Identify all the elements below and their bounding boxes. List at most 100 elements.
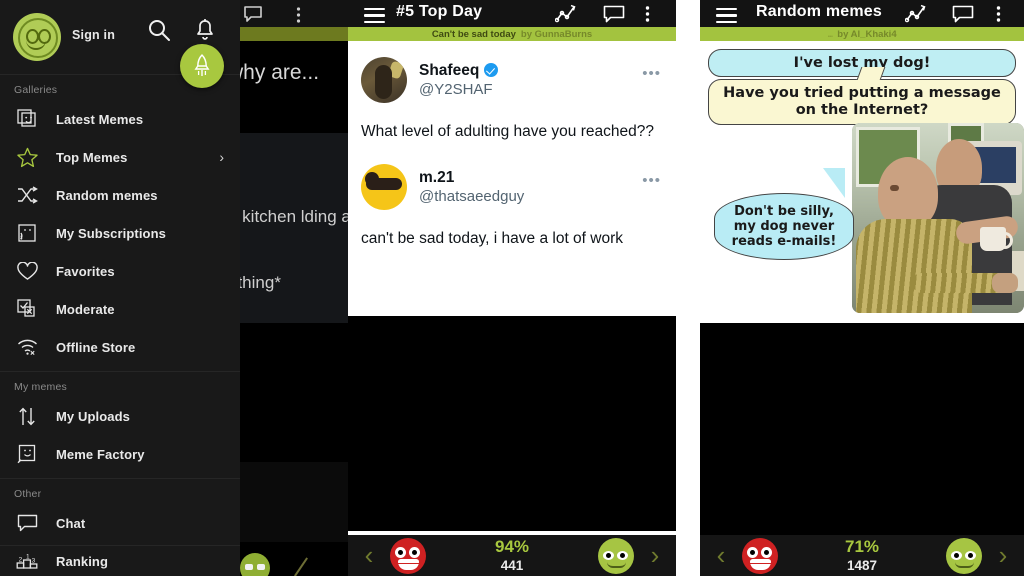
meme-image: I've lost my dog! Have you tried putting… <box>700 41 1024 321</box>
section-label-my-memes: My memes <box>14 381 67 393</box>
chat-bubble-icon[interactable] <box>603 5 625 29</box>
tweet-card: Shafeeq @Y2SHAF ••• What level of adulti… <box>348 41 676 142</box>
speech-bubble-3-text: Don't be silly, my dog never reads e-mai… <box>731 204 837 249</box>
sidebar-item-label: Latest Memes <box>56 111 144 127</box>
chevron-right-icon[interactable]: › <box>982 540 1024 571</box>
vote-bar: ‹ 71% 1487 › <box>700 535 1024 576</box>
speech-bubble-3: Don't be silly, my dog never reads e-mai… <box>714 168 854 260</box>
overflow-menu-icon[interactable] <box>996 6 1001 27</box>
background-text-2: uthing* <box>228 273 281 292</box>
vote-bar: ‹ 94% 441 › <box>348 535 676 576</box>
section-label-other: Other <box>14 488 42 500</box>
green-rage-face-icon[interactable] <box>946 537 982 574</box>
sidebar-item-label: Meme Factory <box>56 446 145 462</box>
sidebar-item-my-subscriptions[interactable]: My Subscriptions <box>0 214 240 252</box>
chevron-left-icon[interactable]: ‹ <box>348 540 390 571</box>
background-card: ⌄ e kitchen lding a uthing* <box>228 133 348 323</box>
sidebar-item-label: My Subscriptions <box>56 225 166 241</box>
tweet-card: m.21 @thatsaeedguy ••• can't be sad toda… <box>348 142 676 249</box>
media-placeholder <box>348 316 676 531</box>
sidebar-item-label: Top Memes <box>56 149 128 165</box>
tweet-author-block: m.21 @thatsaeedguy <box>419 168 524 207</box>
overflow-menu-icon[interactable]: ••• <box>642 172 661 189</box>
vote-score: 71% 1487 <box>778 537 946 575</box>
chevron-right-icon[interactable]: › <box>634 540 676 571</box>
meme-credit-bar: Can't be sad today by GunnaBurns <box>348 27 676 41</box>
heart-icon <box>14 258 40 284</box>
sidebar-item-offline-store[interactable]: Offline Store <box>0 328 240 366</box>
meme-credit-bar: ... by Al_Khaki4 <box>700 27 1024 41</box>
tweet-text: What level of adulting have you reached?… <box>361 123 654 140</box>
sidebar-item-top-memes[interactable]: Top Memes › <box>0 138 240 176</box>
meme-author: by GunnaBurns <box>520 28 593 40</box>
sidebar-item-latest-memes[interactable]: Latest Memes <box>0 100 240 138</box>
vote-percent: 71% <box>844 536 880 556</box>
verified-badge-icon <box>484 63 499 77</box>
chat-bubble-icon[interactable] <box>952 5 974 29</box>
search-icon[interactable] <box>147 18 171 47</box>
sidebar-item-label: Moderate <box>56 301 115 317</box>
sidebar-item-favorites[interactable]: Favorites <box>0 252 240 290</box>
chevron-left-icon[interactable]: ‹ <box>700 540 742 571</box>
vote-percent: 94% <box>494 536 530 556</box>
sign-in-button[interactable]: Sign in <box>72 28 115 42</box>
media-placeholder <box>700 323 1024 535</box>
trend-chart-icon[interactable] <box>554 4 577 29</box>
sidebar-item-my-uploads[interactable]: My Uploads <box>0 397 240 435</box>
panel-random-memes-screen: Random memes ... by Al_Khaki4 I've lost … <box>700 0 1024 576</box>
tweet-name-text: Shafeeq <box>419 61 480 79</box>
sidebar-item-meme-factory[interactable]: Meme Factory <box>0 435 240 473</box>
hamburger-menu-icon[interactable] <box>716 8 737 27</box>
sidebar-item-label: My Uploads <box>56 408 130 424</box>
speech-bubble-2: Have you tried putting a message on the … <box>708 67 1016 125</box>
green-rage-face-icon <box>240 553 270 576</box>
green-smiley-logo[interactable] <box>13 13 61 61</box>
credit-ellipsis: ... <box>827 28 833 40</box>
tweet-author-name: m.21 <box>419 168 524 187</box>
notification-bell-icon[interactable] <box>194 18 216 47</box>
screenshot-stage: ds why are... ⌄ e kitchen lding a uthing… <box>0 0 1024 576</box>
sidebar-item-label: Chat <box>56 515 86 531</box>
sidebar-item-label: Offline Store <box>56 339 136 355</box>
tweet-handle: @thatsaeedguy <box>419 187 525 205</box>
sidebar-item-chat[interactable]: Chat <box>0 504 240 542</box>
vote-count: 441 <box>500 557 524 573</box>
trend-chart-icon[interactable] <box>904 4 927 29</box>
sidebar-item-moderate[interactable]: Moderate <box>0 290 240 328</box>
hamburger-menu-icon[interactable] <box>364 8 385 27</box>
drawer-footer <box>0 545 240 576</box>
photo-edit-icon <box>14 441 40 467</box>
page-title: #5 Top Day <box>396 3 483 20</box>
rocket-fab-button[interactable] <box>180 44 224 88</box>
sidebar-item-random-memes[interactable]: Random memes <box>0 176 240 214</box>
meme-title: Can't be sad today <box>431 28 516 40</box>
background-text-1: e kitchen lding a <box>228 207 348 226</box>
overflow-menu-icon[interactable] <box>645 6 650 27</box>
tweet-header: m.21 @thatsaeedguy ••• <box>361 164 663 210</box>
red-rage-face-icon[interactable] <box>390 537 426 574</box>
app-topbar: Random memes <box>700 0 1024 27</box>
overflow-menu-icon[interactable]: ••• <box>642 65 661 82</box>
avatar <box>361 164 407 210</box>
speech-bubble-2-text: Have you tried putting a message on the … <box>723 85 1001 118</box>
overflow-menu-icon[interactable] <box>296 7 301 28</box>
tweet-handle: @Y2SHAF <box>419 80 493 98</box>
panel-top-day-screen: #5 Top Day Can't be sad today by GunnaBu… <box>348 0 676 576</box>
red-rage-face-icon[interactable] <box>742 537 778 574</box>
tweet-author-name: Shafeeq <box>419 61 499 80</box>
two-men-at-computer-photo <box>852 123 1024 313</box>
app-topbar: #5 Top Day <box>348 0 676 27</box>
chat-bubble-icon[interactable] <box>243 5 263 28</box>
panel-gap <box>676 0 700 576</box>
sidebar-item-label: Favorites <box>56 263 115 279</box>
star-icon <box>14 144 40 170</box>
green-rage-face-icon[interactable] <box>598 537 634 574</box>
checkbox-x-icon <box>14 296 40 322</box>
background-media-block-2 <box>228 462 348 542</box>
vote-count: 1487 <box>846 557 878 573</box>
panel-drawer-screen: ds why are... ⌄ e kitchen lding a uthing… <box>0 0 348 576</box>
chevron-right-icon <box>294 557 308 576</box>
tweet-author-block: Shafeeq @Y2SHAF <box>419 61 499 100</box>
chat-bubble-icon <box>14 510 40 536</box>
rss-photo-icon <box>14 220 40 246</box>
